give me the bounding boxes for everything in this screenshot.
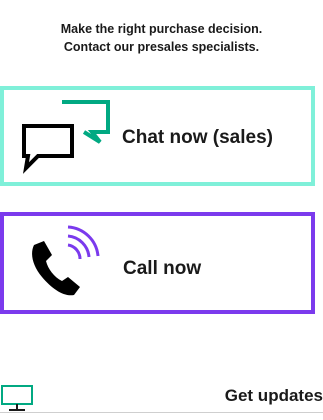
chat-now-label: Chat now (sales): [122, 127, 273, 148]
get-updates-link[interactable]: Get updates: [225, 386, 323, 406]
chat-now-sales-button[interactable]: Chat now (sales): [0, 86, 315, 186]
contact-heading: Make the right purchase decision. Contac…: [0, 20, 323, 56]
heading-line-1: Make the right purchase decision.: [60, 22, 263, 36]
call-now-button[interactable]: Call now: [0, 212, 315, 314]
chat-bubbles-icon: [18, 90, 114, 182]
heading-line-2: Contact our presales specialists.: [63, 40, 260, 54]
divider: [0, 412, 323, 413]
bottom-bar: Get updates: [0, 376, 323, 420]
call-now-label: Call now: [123, 258, 202, 279]
phone-ringing-icon: [18, 216, 108, 310]
